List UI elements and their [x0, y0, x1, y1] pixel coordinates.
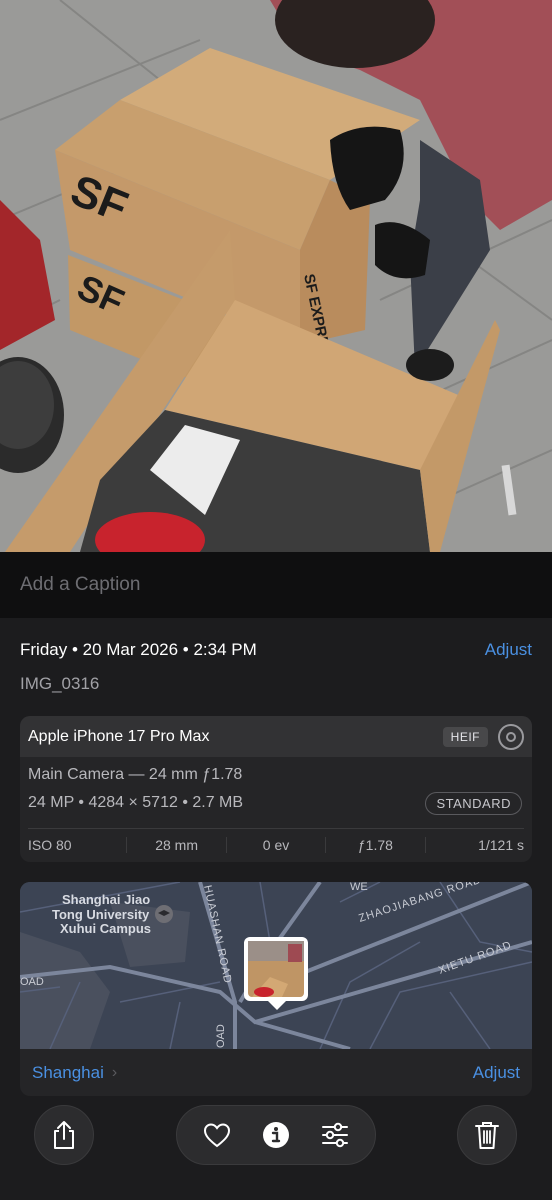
- exif-shutter-speed: 1/121 s: [424, 837, 524, 853]
- exif-exposure-value: 0 ev: [225, 837, 325, 853]
- adjust-icon: [322, 1122, 349, 1148]
- camera-info-card: Apple iPhone 17 Pro Max HEIF Main Camera…: [20, 716, 532, 862]
- exif-aperture: ƒ1.78: [325, 837, 424, 853]
- info-button[interactable]: [256, 1115, 296, 1155]
- delete-button[interactable]: [457, 1105, 517, 1165]
- live-photo-icon[interactable]: [498, 723, 524, 750]
- location-link[interactable]: Shanghai ›: [32, 1063, 117, 1083]
- capture-date: Friday • 20 Mar 2026 • 2:34 PM: [20, 640, 257, 659]
- map-label-campus-1: Shanghai Jiao: [62, 892, 150, 907]
- edit-button[interactable]: [315, 1115, 355, 1155]
- action-pill: [176, 1105, 376, 1165]
- camera-card-header: Apple iPhone 17 Pro Max HEIF: [20, 716, 532, 757]
- info-icon: [262, 1122, 289, 1148]
- share-icon: [54, 1121, 74, 1149]
- caption-input[interactable]: [20, 574, 520, 596]
- file-name: IMG_0316: [20, 674, 100, 693]
- location-card: Shanghai Jiao Tong University Xuhui Camp…: [20, 882, 532, 1096]
- trash-icon: [475, 1122, 499, 1149]
- device-name: Apple iPhone 17 Pro Max: [28, 727, 210, 745]
- map-label-campus-3: Xuhui Campus: [60, 921, 151, 936]
- heart-icon: [203, 1123, 230, 1148]
- location-name: Shanghai: [32, 1062, 104, 1082]
- exif-focal-length: 28 mm: [126, 837, 225, 853]
- exif-row: ISO 80 28 mm 0 ev ƒ1.78 1/121 s: [28, 834, 524, 856]
- photo-image: SF SF EXPRESS SF: [0, 0, 552, 552]
- lens-info: Main Camera — 24 mm ƒ1.78: [28, 766, 243, 783]
- format-badge: HEIF: [442, 726, 488, 747]
- map-label-oad-2: OAD: [215, 1024, 227, 1048]
- adjust-date-button[interactable]: Adjust: [485, 640, 532, 660]
- info-header: Friday • 20 Mar 2026 • 2:34 PM Adjust: [20, 640, 532, 660]
- share-button[interactable]: [34, 1105, 94, 1165]
- card-divider: [28, 828, 524, 829]
- map-label-oad: OAD: [20, 976, 44, 988]
- image-details: 24 MP • 4284 × 5712 • 2.7 MB: [28, 794, 244, 811]
- photographic-style-badge: STANDARD: [425, 792, 522, 815]
- map-label-campus-2: Tong University: [52, 907, 150, 922]
- bottom-toolbar: [0, 1100, 552, 1200]
- photo[interactable]: SF SF EXPRESS SF: [0, 0, 552, 552]
- map-label-we: WE: [350, 882, 368, 893]
- caption-bar: [0, 552, 552, 618]
- photo-location-pin[interactable]: [244, 937, 308, 1010]
- adjust-location-button[interactable]: Adjust: [473, 1063, 520, 1083]
- map-canvas: Shanghai Jiao Tong University Xuhui Camp…: [20, 882, 532, 1051]
- chevron-right-icon: ›: [111, 1063, 118, 1081]
- location-map[interactable]: Shanghai Jiao Tong University Xuhui Camp…: [20, 882, 532, 1051]
- location-footer: Shanghai › Adjust: [20, 1049, 532, 1096]
- exif-iso: ISO 80: [28, 837, 72, 853]
- favorite-button[interactable]: [197, 1115, 237, 1155]
